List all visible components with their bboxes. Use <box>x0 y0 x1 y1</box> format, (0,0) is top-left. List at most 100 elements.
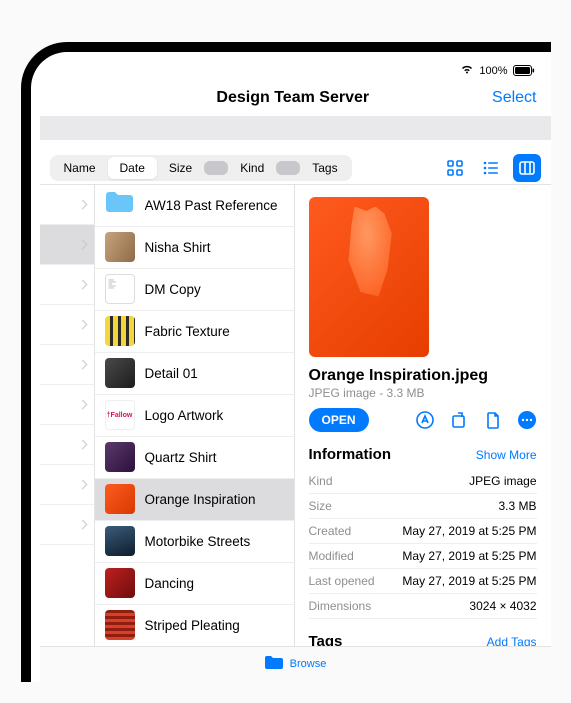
file-row[interactable]: Orange Inspiration <box>95 479 294 521</box>
info-value: May 27, 2019 at 5:25 PM <box>402 549 536 563</box>
more-icon[interactable] <box>517 410 537 430</box>
info-row: Dimensions 3024 × 4032 <box>309 594 537 619</box>
file-label: Motorbike Streets <box>145 534 251 549</box>
search-field[interactable] <box>40 116 551 140</box>
file-label: DM Copy <box>145 282 201 297</box>
chevron-right-icon <box>77 439 87 449</box>
info-heading: Information <box>309 446 392 463</box>
parent-row[interactable] <box>40 305 94 345</box>
file-label: Detail 01 <box>145 366 198 381</box>
parent-row[interactable] <box>40 465 94 505</box>
parent-row[interactable] <box>40 345 94 385</box>
file-label: Orange Inspiration <box>145 492 256 507</box>
sort-tags[interactable]: Tags <box>300 157 349 179</box>
status-bar: 100% <box>40 60 551 82</box>
info-value: May 27, 2019 at 5:25 PM <box>402 524 536 538</box>
browse-label[interactable]: Browse <box>290 658 327 670</box>
bottom-tab-bar: Browse <box>40 646 551 682</box>
file-name: Orange Inspiration.jpeg <box>309 367 537 385</box>
file-label: Dancing <box>145 576 195 591</box>
file-label: Quartz Shirt <box>145 450 217 465</box>
info-key: Modified <box>309 549 354 563</box>
file-row[interactable]: †FallowLogo Artwork <box>95 395 294 437</box>
file-thumbnail: †Fallow <box>105 400 135 430</box>
file-thumbnail <box>105 484 135 514</box>
page-title: Design Team Server <box>94 89 493 107</box>
preview-image[interactable] <box>309 197 429 357</box>
info-key: Kind <box>309 474 333 488</box>
file-label: Striped Pleating <box>145 618 240 633</box>
chevron-right-icon <box>77 319 87 329</box>
info-row: Created May 27, 2019 at 5:25 PM <box>309 519 537 544</box>
file-row[interactable]: Motorbike Streets <box>95 521 294 563</box>
view-icons-button[interactable] <box>441 154 469 182</box>
parent-row[interactable] <box>40 265 94 305</box>
sort-size[interactable]: Size <box>157 157 204 179</box>
info-row: Last opened May 27, 2019 at 5:25 PM <box>309 569 537 594</box>
chevron-right-icon <box>77 519 87 529</box>
wifi-icon <box>460 64 474 77</box>
file-row[interactable]: Nisha Shirt <box>95 227 294 269</box>
file-thumbnail <box>105 568 135 598</box>
browse-folder-icon[interactable] <box>264 655 284 673</box>
sort-kind[interactable]: Kind <box>228 157 276 179</box>
file-thumbnail <box>105 358 135 388</box>
file-subtitle: JPEG image - 3.3 MB <box>309 386 537 400</box>
file-row[interactable]: Striped Pleating <box>95 605 294 646</box>
parent-row[interactable] <box>40 505 94 545</box>
doc-action-icon[interactable] <box>483 410 503 430</box>
info-key: Last opened <box>309 574 375 588</box>
file-label: Fabric Texture <box>145 324 230 339</box>
file-row[interactable]: AW18 Past Reference <box>95 185 294 227</box>
column-parent <box>40 185 95 646</box>
info-row: Modified May 27, 2019 at 5:25 PM <box>309 544 537 569</box>
file-thumbnail <box>105 190 135 220</box>
chevron-right-icon <box>77 279 87 289</box>
file-label: Nisha Shirt <box>145 240 211 255</box>
info-row: Size 3.3 MB <box>309 494 537 519</box>
parent-row[interactable] <box>40 425 94 465</box>
info-value: 3024 × 4032 <box>469 599 536 613</box>
chevron-right-icon <box>77 359 87 369</box>
file-thumbnail <box>105 442 135 472</box>
column-detail: Orange Inspiration.jpeg JPEG image - 3.3… <box>295 185 551 646</box>
parent-row[interactable] <box>40 385 94 425</box>
sort-date[interactable]: Date <box>108 157 157 179</box>
info-value: May 27, 2019 at 5:25 PM <box>402 574 536 588</box>
add-tags-link[interactable]: Add Tags <box>487 635 537 646</box>
sort-name[interactable]: Name <box>52 157 108 179</box>
file-row[interactable]: Detail 01 <box>95 353 294 395</box>
file-thumbnail: ━━━━━━━━━━━━━━━━ <box>105 274 135 304</box>
file-thumbnail <box>105 232 135 262</box>
info-key: Size <box>309 499 332 513</box>
parent-row[interactable] <box>40 185 94 225</box>
battery-percent: 100% <box>479 65 507 77</box>
sort-segmented-control[interactable]: NameDateSize Kind Tags <box>50 155 352 181</box>
info-row: Kind JPEG image <box>309 469 537 494</box>
battery-icon <box>513 65 535 76</box>
tags-heading: Tags <box>309 633 343 646</box>
info-table: Kind JPEG image Size 3.3 MB Created May 27, 2… <box>309 469 537 619</box>
markup-icon[interactable] <box>415 410 435 430</box>
file-row[interactable]: Quartz Shirt <box>95 437 294 479</box>
show-more-link[interactable]: Show More <box>476 448 537 462</box>
info-key: Created <box>309 524 352 538</box>
file-row[interactable]: ━━━━━━━━━━━━━━━━ DM Copy <box>95 269 294 311</box>
rotate-icon[interactable] <box>449 410 469 430</box>
info-value: JPEG image <box>469 474 536 488</box>
info-value: 3.3 MB <box>498 499 536 513</box>
header: Design Team Server Select <box>40 82 551 114</box>
file-row[interactable]: Fabric Texture <box>95 311 294 353</box>
open-button[interactable]: OPEN <box>309 408 369 432</box>
file-thumbnail <box>105 316 135 346</box>
view-columns-button[interactable] <box>513 154 541 182</box>
select-button[interactable]: Select <box>492 89 536 107</box>
file-row[interactable]: Dancing <box>95 563 294 605</box>
file-thumbnail <box>105 610 135 640</box>
view-list-button[interactable] <box>477 154 505 182</box>
parent-row[interactable] <box>40 225 94 265</box>
chevron-right-icon <box>77 199 87 209</box>
info-key: Dimensions <box>309 599 372 613</box>
chevron-right-icon <box>77 479 87 489</box>
sort-bar: NameDateSize Kind Tags <box>40 152 551 184</box>
